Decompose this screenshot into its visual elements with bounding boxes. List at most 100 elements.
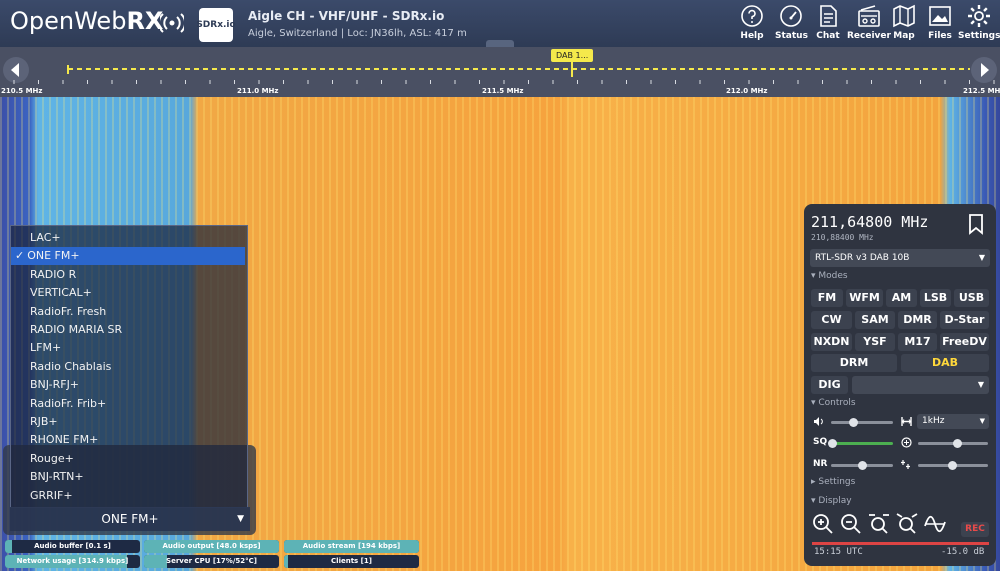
modes-section-header[interactable]: ▾ Modes [811,271,848,281]
mode-button-d-star[interactable]: D-Star [940,311,989,329]
mode-button-drm[interactable]: DRM [811,354,897,372]
receiver-title: Aigle CH - VHF/UHF - SDRx.io [248,9,445,23]
mode-button-wfm[interactable]: WFM [846,289,883,307]
caret-down-icon: ▼ [977,380,984,389]
station-label: ONE FM+ [27,249,80,263]
display-section-header[interactable]: ▾ Display [811,496,852,506]
mode-button-m17[interactable]: M17 [898,333,937,351]
record-button[interactable]: REC [961,522,989,537]
dab-station-list[interactable]: LAC+ ✓ ONE FM+ RADIO R VERTICAL+ RadioFr. Fre… [10,225,248,508]
station-item[interactable]: RadioFr. Fresh [11,303,245,321]
station-item[interactable]: RADIO MARIA SR [11,321,245,339]
station-item[interactable]: BNJ-RFJ+ [11,376,245,394]
filter-bandwidth-select[interactable]: 1kHz ▼ [917,414,989,429]
header-collapse-toggle[interactable] [486,40,514,47]
station-item[interactable]: RJB+ [11,413,245,431]
volume-slider-knob[interactable] [848,418,858,427]
nav-receiver-button[interactable]: Receiver [847,4,891,44]
station-item[interactable]: Rouge+ [11,450,245,468]
mode-button-nxdn[interactable]: NXDN [811,333,852,351]
mode-button-dab[interactable]: DAB [901,354,989,372]
gain-slider-knob[interactable] [952,439,962,448]
nav-settings-label: Settings [958,31,1000,41]
tick-label: 211.5 MHz [482,87,524,95]
top-bar: OpenWebRX SDRx.io Aigle CH - VHF/UHF - S… [0,0,1000,47]
logo-text-bold: RX [126,7,164,35]
bookmark-icon[interactable] [964,212,988,236]
nav-settings-button[interactable]: Settings [958,4,1000,44]
station-item[interactable]: BNJ-RTN+ [11,468,245,486]
mode-label: SAM [861,313,889,326]
tuning-step-icon[interactable] [901,459,912,470]
mode-button-sam[interactable]: SAM [855,311,895,329]
status-bar: Server CPU [17%/52°C] [144,555,279,568]
receiver-avatar[interactable]: SDRx.io [196,8,236,42]
waveform-icon[interactable] [923,512,947,536]
mode-button-usb[interactable]: USB [954,289,989,307]
sdr-profile-select[interactable]: RTL-SDR v3 DAB 10B ▼ [810,249,990,267]
station-item[interactable]: GRRIF+ [11,487,245,505]
logo[interactable]: OpenWebRX [10,7,163,35]
caret-down-icon: ▼ [978,253,985,262]
station-item[interactable]: RADIO R [11,266,245,284]
station-label: LFM+ [30,341,62,355]
settings-section-header[interactable]: ▸ Settings [811,477,855,487]
station-item[interactable]: RadioFr. Frib+ [11,395,245,413]
mode-label: YSF [863,335,887,348]
radio-icon [858,5,880,27]
mode-label: CW [821,313,842,326]
station-item[interactable]: LAC+ [11,229,245,247]
step-slider-knob[interactable] [948,461,957,470]
mode-label: M17 [904,335,931,348]
digital-mode-select[interactable]: ▼ [852,376,989,394]
squelch-slider-track[interactable] [831,442,893,445]
mode-dig-button[interactable]: DIG [811,376,848,394]
frequency-scale[interactable]: DAB 1... 210.5 MHz 211.0 MHz 211.5 MHz 2… [0,47,1000,97]
nav-status-button[interactable]: Status [775,4,808,44]
mode-label: DRM [839,356,869,369]
tick-label: 212.0 MHz [726,87,768,95]
volume-slider-track[interactable] [831,421,893,424]
mode-button-dmr[interactable]: DMR [898,311,937,329]
frequency-display[interactable]: 211,64800 MHz [811,213,928,231]
zoom-out-icon[interactable] [839,512,863,536]
station-item[interactable]: Radio Chablais [11,358,245,376]
mode-button-fm[interactable]: FM [811,289,843,307]
station-item[interactable]: LFM+ [11,339,245,357]
squelch-slider-knob[interactable] [828,439,837,448]
mode-button-freedv[interactable]: FreeDV [940,333,989,351]
nav-files-button[interactable]: Files [928,4,952,44]
station-label: BNJ-RFJ+ [30,378,80,392]
gear-icon [968,5,991,27]
mode-button-ysf[interactable]: YSF [855,333,895,351]
controls-section-header[interactable]: ▾ Controls [811,398,856,408]
signal-level: -15.0 dB [941,547,985,557]
dab-station-select[interactable]: ONE FM+ ▼ [10,507,250,531]
caret-down-icon: ▼ [237,514,244,524]
bookmark-dab-label[interactable]: DAB 1... [551,49,594,62]
station-item[interactable]: ✓ ONE FM+ [11,247,245,266]
station-label: RJB+ [30,415,58,428]
station-item[interactable]: VERTICAL+ [11,284,245,302]
station-item[interactable]: RHONE FM+ [11,431,245,449]
station-label: RADIO R [30,267,77,281]
nav-help-label: Help [740,31,764,41]
utc-clock: 15:15 UTC [814,547,863,557]
status-bar-label: Audio buffer [0.1 s] [34,542,111,550]
nav-chat-button[interactable]: Chat [816,4,840,44]
mode-label: WFM [849,291,880,304]
mode-button-am[interactable]: AM [886,289,917,307]
auto-squelch-icon[interactable] [901,437,912,448]
zoom-in-icon[interactable] [811,512,835,536]
nr-slider-knob[interactable] [858,461,867,470]
zoom-to-selection-icon[interactable] [867,512,891,536]
status-bar-label: Server CPU [17%/52°C] [166,557,257,565]
nav-help-button[interactable]: Help [740,4,764,44]
nav-map-button[interactable]: Map [892,4,916,44]
chat-icon [820,5,837,27]
zoom-reset-icon[interactable] [895,512,919,536]
mode-button-lsb[interactable]: LSB [920,289,951,307]
nav-map-label: Map [893,31,915,41]
mode-button-cw[interactable]: CW [811,311,852,329]
speaker-icon[interactable] [813,416,824,427]
